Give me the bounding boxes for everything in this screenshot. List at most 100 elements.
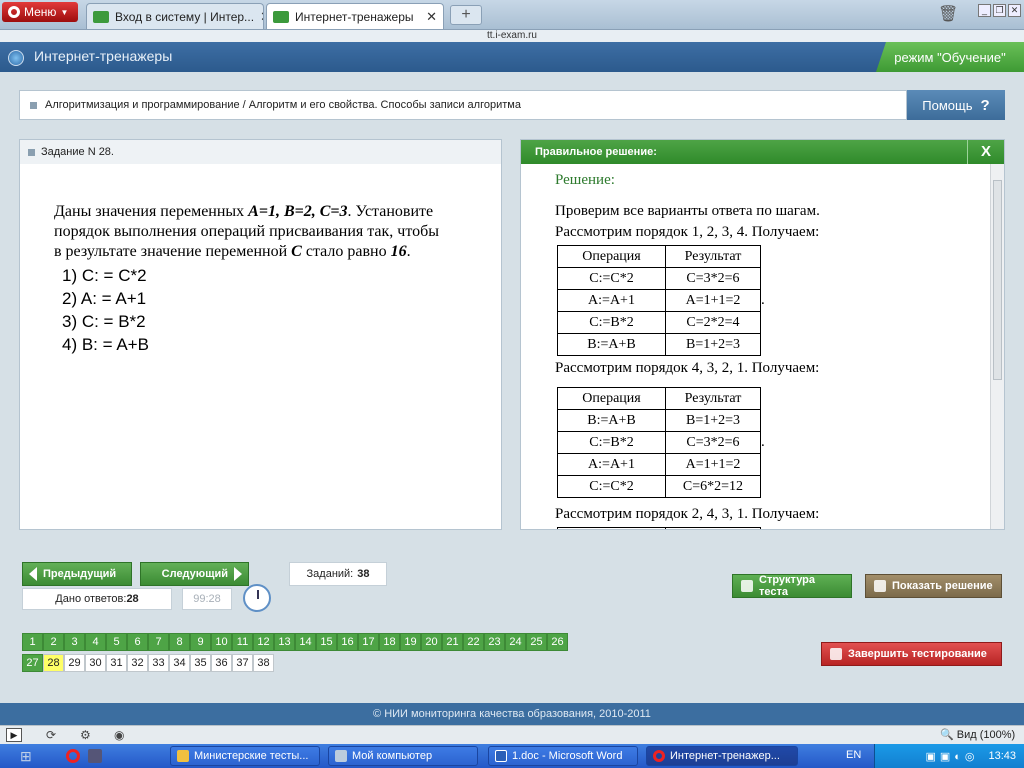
language-indicator[interactable]: EN xyxy=(846,749,861,761)
task-number-cell[interactable]: 25 xyxy=(526,633,547,651)
turbo-icon[interactable]: ◉ xyxy=(114,728,128,742)
task-number-cell[interactable]: 9 xyxy=(190,633,211,651)
bullet-icon xyxy=(30,101,37,109)
site-favicon-icon xyxy=(93,10,109,23)
unite-icon[interactable]: ⚙ xyxy=(80,728,94,742)
browser-tab-bar: Меню ▼ Вход в систему | Интер... ✕ Интер… xyxy=(0,0,1024,30)
task-number-cell[interactable]: 32 xyxy=(127,654,148,672)
folder-icon xyxy=(177,750,189,762)
task-number-cell[interactable]: 35 xyxy=(190,654,211,672)
start-button[interactable]: ⊞ xyxy=(0,744,64,768)
task-number-cell[interactable]: 33 xyxy=(148,654,169,672)
task-number-cell[interactable]: 38 xyxy=(253,654,274,672)
quicklaunch-icon[interactable] xyxy=(88,749,102,763)
show-solution-button[interactable]: Показать решение xyxy=(865,574,1002,598)
next-button[interactable]: Следующий xyxy=(140,562,249,586)
task-number-cell[interactable]: 14 xyxy=(295,633,316,651)
task-number-cell[interactable]: 17 xyxy=(358,633,379,651)
close-window-icon[interactable]: ✕ xyxy=(1008,4,1021,17)
task-number-cell[interactable]: 4 xyxy=(85,633,106,651)
task-number-cell[interactable]: 3 xyxy=(64,633,85,651)
solution-block-title: Рассмотрим порядок 4, 3, 2, 1. Получаем: xyxy=(555,360,820,376)
task-number-cell[interactable]: 36 xyxy=(211,654,232,672)
browser-tab-login[interactable]: Вход в систему | Интер... ✕ xyxy=(86,3,264,29)
close-tab-icon[interactable]: ✕ xyxy=(426,9,437,25)
windows-taskbar: ⊞ Министерские тесты... Мой компьютер 1.… xyxy=(0,744,1024,768)
answered-counter: Дано ответов: 28 xyxy=(22,588,172,610)
task-number-cell[interactable]: 28 xyxy=(43,654,64,672)
task-number-cell[interactable]: 21 xyxy=(442,633,463,651)
opera-menu-button[interactable]: Меню ▼ xyxy=(2,2,78,22)
arrow-left-icon xyxy=(29,567,37,581)
task-number-cell[interactable]: 7 xyxy=(148,633,169,651)
task-number-cell[interactable]: 26 xyxy=(547,633,568,651)
task-navigation-grid: 1 2 3 4 5 6 7 8 9 10 11 12 13 14 15 16 17 18 19 20 21 22 23 24 2… xyxy=(22,633,572,675)
scrollbar-thumb[interactable] xyxy=(993,180,1002,380)
task-number-cell[interactable]: 27 xyxy=(22,654,43,672)
task-number-cell[interactable]: 11 xyxy=(232,633,253,651)
task-number-cell[interactable]: 23 xyxy=(484,633,505,651)
tray-icons[interactable]: ▣▣◐◎ xyxy=(925,750,978,763)
task-number-cell[interactable]: 13 xyxy=(274,633,295,651)
task-number-cell[interactable]: 6 xyxy=(127,633,148,651)
minimize-icon[interactable]: _ xyxy=(978,4,991,17)
taskbar-item[interactable]: Интернет-тренажер... xyxy=(646,746,798,766)
task-number: Задание N 28. xyxy=(41,146,114,158)
trash-icon[interactable]: 🗑 xyxy=(938,4,958,24)
solution-scrollbar[interactable] xyxy=(990,164,1004,529)
task-panel: Задание N 28. Даны значения переменных A… xyxy=(19,139,502,530)
solution-panel: Правильное решение: X Решение: Проверим … xyxy=(520,139,1005,530)
solution-heading: Решение: xyxy=(555,172,615,188)
close-tab-icon[interactable]: ✕ xyxy=(260,9,263,25)
opera-icon xyxy=(653,750,665,762)
task-number-cell[interactable]: 12 xyxy=(253,633,274,651)
address-bar[interactable]: tt.i-exam.ru xyxy=(0,30,1024,42)
task-number-cell[interactable]: 5 xyxy=(106,633,127,651)
close-solution-button[interactable]: X xyxy=(967,140,1004,164)
opera-quicklaunch-icon[interactable] xyxy=(66,749,80,763)
structure-icon xyxy=(741,580,753,592)
opera-menu-label: Меню xyxy=(24,5,57,19)
task-number-cell[interactable]: 19 xyxy=(400,633,421,651)
taskbar-item[interactable]: 1.doc - Microsoft Word xyxy=(488,746,638,766)
task-number-cell[interactable]: 30 xyxy=(85,654,106,672)
help-button[interactable]: Помощь ? xyxy=(907,90,1005,120)
task-number-cell[interactable]: 1 xyxy=(22,633,43,651)
word-icon xyxy=(495,750,507,762)
taskbar-item[interactable]: Министерские тесты... xyxy=(170,746,320,766)
globe-icon xyxy=(8,50,24,66)
task-number-cell[interactable]: 31 xyxy=(106,654,127,672)
previous-button[interactable]: Предыдущий xyxy=(22,562,132,586)
system-tray: ▣▣◐◎ 13:43 xyxy=(874,744,1024,768)
bullet-icon xyxy=(28,148,35,156)
task-number-cell[interactable]: 15 xyxy=(316,633,337,651)
test-structure-button[interactable]: Структура теста xyxy=(732,574,852,598)
option-item: 4) B: = A+B xyxy=(62,335,149,354)
taskbar-item[interactable]: Мой компьютер xyxy=(328,746,478,766)
restore-icon[interactable]: ❐ xyxy=(993,4,1006,17)
finish-test-button[interactable]: Завершить тестирование xyxy=(821,642,1002,666)
sync-icon[interactable]: ⟳ xyxy=(46,728,60,742)
zoom-control[interactable]: 🔍 Вид (100%) xyxy=(940,728,1015,741)
option-item: 3) C: = B*2 xyxy=(62,312,146,331)
task-number-cell[interactable]: 24 xyxy=(505,633,526,651)
book-icon xyxy=(874,580,886,592)
panel-toggle-icon[interactable]: ▶ xyxy=(6,728,22,742)
task-number-cell[interactable]: 16 xyxy=(337,633,358,651)
new-tab-button[interactable]: + xyxy=(450,5,482,25)
task-number-cell[interactable]: 18 xyxy=(379,633,400,651)
task-number-cell[interactable]: 37 xyxy=(232,654,253,672)
task-number-cell[interactable]: 22 xyxy=(463,633,484,651)
tasks-counter: Заданий: 38 xyxy=(289,562,387,586)
timer-display: 99:28 xyxy=(182,588,232,610)
task-number-cell[interactable]: 2 xyxy=(43,633,64,651)
mode-badge: режим "Обучение" xyxy=(876,42,1024,72)
task-number-cell[interactable]: 8 xyxy=(169,633,190,651)
opera-logo-icon xyxy=(8,6,20,18)
option-item: 2) A: = A+1 xyxy=(62,289,147,308)
task-number-cell[interactable]: 10 xyxy=(211,633,232,651)
task-number-cell[interactable]: 34 xyxy=(169,654,190,672)
task-number-cell[interactable]: 20 xyxy=(421,633,442,651)
task-number-cell[interactable]: 29 xyxy=(64,654,85,672)
browser-tab-trainers[interactable]: Интернет-тренажеры ✕ xyxy=(266,3,444,29)
